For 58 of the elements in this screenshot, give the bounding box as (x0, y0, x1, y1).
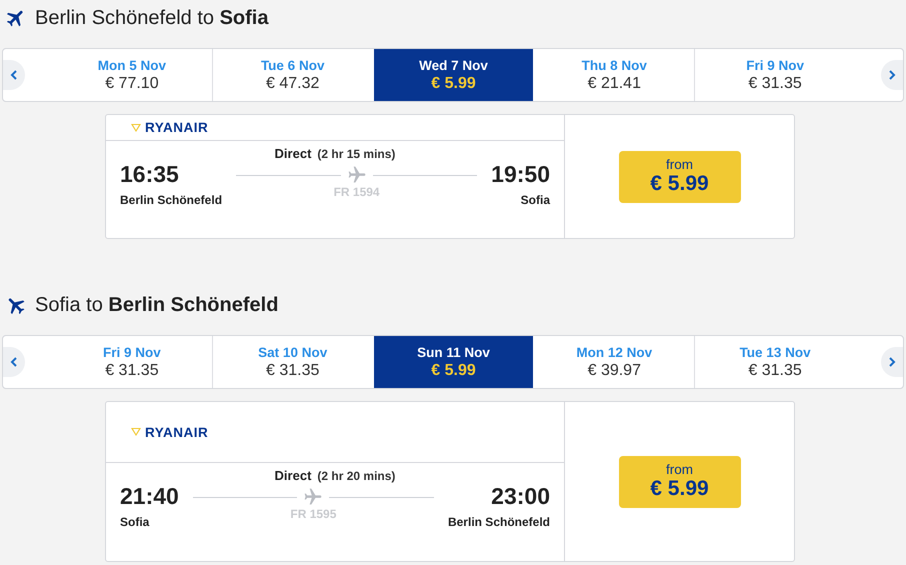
price-button[interactable]: from € 5.99 (618, 456, 740, 508)
date-tab[interactable]: Wed 7 Nov € 5.99 (372, 49, 534, 101)
arrival-airport: Berlin Schönefeld (448, 515, 550, 529)
airplane-icon (346, 165, 367, 185)
next-dates-button[interactable] (881, 347, 903, 377)
date-tab[interactable]: Sat 10 Nov € 31.35 (212, 336, 373, 388)
date-label: Mon 5 Nov (98, 58, 166, 72)
date-price: € 39.97 (588, 362, 641, 380)
date-price: € 5.99 (431, 362, 476, 380)
date-price: € 31.35 (748, 74, 802, 92)
date-label: Sun 11 Nov (417, 344, 490, 360)
flight-duration: (2 hr 15 mins) (317, 147, 396, 161)
date-tab[interactable]: Fri 9 Nov € 31.35 (694, 49, 855, 101)
date-tab[interactable]: Fri 9 Nov € 31.35 (51, 336, 212, 388)
chevron-right-icon (887, 69, 897, 81)
chevron-left-icon (9, 69, 19, 81)
previous-dates-button[interactable] (3, 347, 25, 377)
arrival-time: 19:50 (491, 161, 550, 188)
next-dates-button[interactable] (881, 60, 903, 90)
airline-logo-text: RYANAIR (145, 424, 208, 440)
date-price: € 47.32 (266, 74, 320, 92)
date-price: € 31.35 (748, 362, 802, 380)
date-tab[interactable]: Thu 8 Nov € 21.41 (533, 49, 694, 101)
departure-time: 21:40 (120, 483, 179, 510)
date-price: € 77.10 (105, 74, 159, 92)
chevron-left-icon (9, 356, 19, 368)
date-tab[interactable]: Mon 5 Nov € 77.10 (51, 49, 212, 101)
date-tab[interactable]: Tue 6 Nov € 47.32 (212, 49, 373, 101)
departure-time: 16:35 (120, 161, 179, 188)
departure-airport: Sofia (120, 515, 150, 529)
date-price: € 21.41 (588, 74, 641, 92)
date-label: Wed 7 Nov (419, 58, 488, 72)
chevron-right-icon (887, 356, 897, 368)
date-label: Mon 12 Nov (576, 344, 652, 360)
date-price: € 31.35 (105, 362, 159, 380)
date-price: € 31.35 (266, 362, 320, 380)
airplane-icon (303, 487, 324, 507)
stops-label: Direct (274, 146, 312, 161)
route-heading: Sofia to Berlin Schönefeld (35, 294, 278, 316)
route-heading: Berlin Schönefeld to Sofia (35, 6, 268, 30)
arrival-time: 23:00 (491, 483, 550, 510)
date-label: Tue 6 Nov (260, 58, 324, 72)
airline-logo-text: RYANAIR (145, 120, 208, 135)
date-tab[interactable]: Mon 12 Nov € 39.97 (533, 336, 694, 388)
date-label: Tue 13 Nov (740, 344, 811, 360)
date-tab[interactable]: Tue 13 Nov € 31.35 (694, 336, 855, 388)
departure-airport: Berlin Schönefeld (120, 193, 222, 207)
previous-dates-button[interactable] (3, 60, 25, 90)
date-label: Sat 10 Nov (258, 344, 328, 360)
price-button[interactable]: from € 5.99 (618, 150, 740, 202)
flight-duration: (2 hr 20 mins) (317, 469, 396, 483)
date-label: Thu 8 Nov (582, 58, 647, 72)
arrival-airport: Sofia (520, 193, 550, 207)
date-label: Fri 9 Nov (103, 344, 161, 360)
date-tab[interactable]: Sun 11 Nov € 5.99 (372, 336, 534, 388)
stops-label: Direct (274, 468, 312, 483)
date-label: Fri 9 Nov (746, 58, 804, 72)
date-price: € 5.99 (431, 74, 476, 92)
